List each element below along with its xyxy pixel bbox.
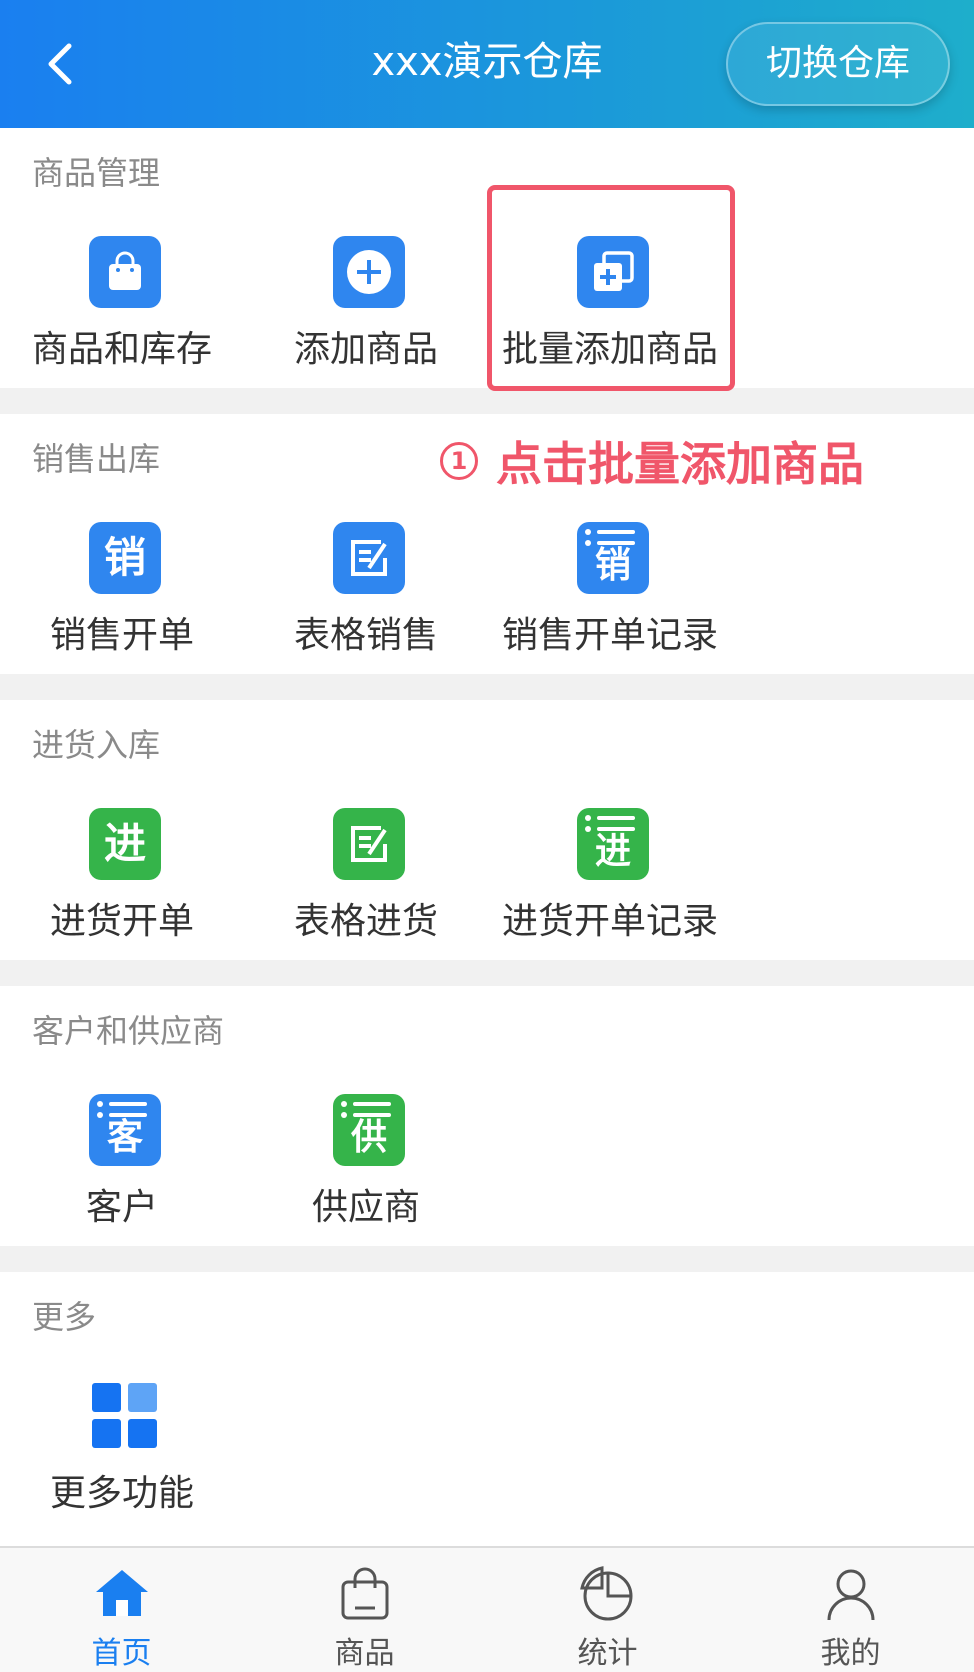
menu-item-sales-order[interactable]: 销 销售开单	[0, 414, 244, 656]
menu-item-label: 商品和库存	[31, 329, 212, 370]
icon-glyph: 销	[594, 545, 631, 586]
menu-item-label: 销售开单	[49, 615, 194, 656]
menu-item-label: 表格销售	[293, 615, 438, 656]
icon-glyph: 供	[350, 1117, 387, 1158]
annotation-text: 点击批量添加商品	[496, 437, 864, 491]
bottom-tab-bar: 首页 商品 统计 我的	[0, 1546, 974, 1672]
sale-icon: 销	[89, 522, 161, 594]
step-number-badge: 1	[440, 442, 478, 480]
highlight-box	[487, 185, 735, 391]
shopping-bag-icon	[341, 1567, 389, 1620]
supplier-list-icon: 供	[333, 1094, 405, 1166]
annotation-step: 1 点击批量添加商品	[440, 428, 864, 494]
tab-label: 统计	[577, 1636, 638, 1671]
menu-item-label: 添加商品	[293, 329, 438, 370]
shopping-bag-icon	[89, 236, 161, 308]
menu-item-label: 销售开单记录	[501, 615, 718, 656]
menu-item-table-purchase[interactable]: 表格进货	[244, 700, 488, 942]
home-icon	[96, 1570, 148, 1616]
menu-item-purchase-order[interactable]: 进 进货开单	[0, 700, 244, 942]
tab-label: 我的	[820, 1636, 881, 1671]
back-button[interactable]	[30, 34, 90, 94]
tab-label: 商品	[334, 1636, 395, 1671]
chevron-left-icon	[48, 43, 72, 85]
icon-glyph: 客	[106, 1117, 143, 1158]
tab-statistics[interactable]: 统计	[486, 1548, 729, 1672]
switch-warehouse-button[interactable]: 切换仓库	[726, 22, 950, 106]
menu-item-customers[interactable]: 客 客户	[0, 986, 244, 1228]
menu-item-add-goods[interactable]: 添加商品	[244, 128, 488, 370]
plus-circle-icon	[333, 236, 405, 308]
purchase-list-icon: 进	[577, 808, 649, 880]
menu-item-label: 表格进货	[293, 901, 438, 942]
icon-glyph: 进	[594, 831, 631, 872]
menu-item-label: 客户	[85, 1187, 158, 1228]
menu-item-more-features[interactable]: 更多功能	[0, 1272, 244, 1514]
menu-item-purchase-records[interactable]: 进 进货开单记录	[488, 700, 732, 942]
edit-form-icon	[333, 808, 405, 880]
customer-list-icon: 客	[89, 1094, 161, 1166]
section-customers-suppliers: 客户和供应商 客 客户 供 供应商	[0, 986, 974, 1246]
purchase-icon: 进	[89, 808, 161, 880]
menu-item-label: 进货开单记录	[501, 901, 718, 942]
menu-item-label: 供应商	[311, 1187, 420, 1228]
section-more: 更多 更多功能	[0, 1272, 974, 1546]
app-header: xxx演示仓库 切换仓库	[0, 0, 974, 128]
tab-goods[interactable]: 商品	[243, 1548, 486, 1672]
menu-item-label: 更多功能	[49, 1473, 194, 1514]
icon-glyph: 进	[103, 819, 146, 868]
tab-home[interactable]: 首页	[0, 1548, 243, 1672]
pie-chart-icon	[580, 1566, 633, 1621]
tab-label: 首页	[91, 1636, 152, 1671]
menu-item-label: 进货开单	[49, 901, 194, 942]
grid-icon	[89, 1380, 161, 1452]
menu-item-goods-inventory[interactable]: 商品和库存	[0, 128, 244, 370]
edit-form-icon	[333, 522, 405, 594]
menu-item-suppliers[interactable]: 供 供应商	[244, 986, 488, 1228]
section-purchase-inbound: 进货入库 进 进货开单 表格进货 进 进货开单记录	[0, 700, 974, 960]
tab-mine[interactable]: 我的	[729, 1548, 972, 1672]
sale-list-icon: 销	[577, 522, 649, 594]
icon-glyph: 销	[103, 533, 146, 582]
user-icon	[827, 1569, 875, 1621]
